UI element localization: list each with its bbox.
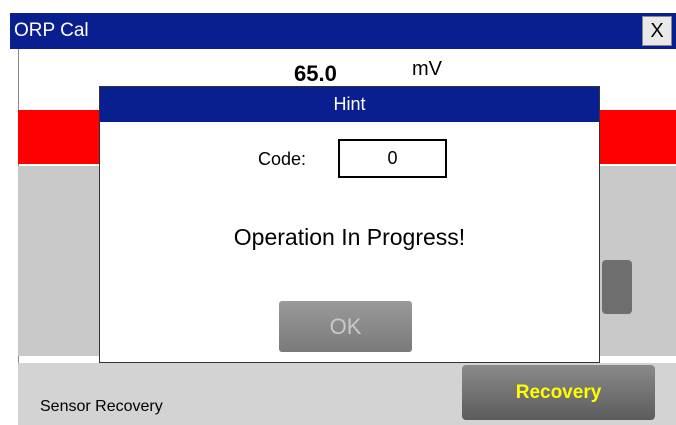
code-label: Code: (258, 149, 307, 169)
titlebar: ORP Cal X (10, 13, 676, 49)
window-title: ORP Cal (14, 20, 89, 41)
ok-button[interactable]: OK (279, 301, 412, 352)
progress-message: Operation In Progress! (233, 224, 466, 250)
close-button[interactable]: X (642, 16, 672, 46)
hint-dialog: Hint Code: 0 Operation In Progress! OK (99, 86, 600, 363)
sensor-recovery-label: Sensor Recovery (40, 398, 163, 415)
recovery-button[interactable]: Recovery (462, 365, 655, 420)
orp-reading-value: 65.0 (294, 61, 337, 86)
dialog-title: Hint (100, 87, 599, 122)
code-field[interactable]: 0 (338, 139, 447, 178)
orp-reading-unit: mV (412, 58, 442, 80)
calibration-button[interactable] (602, 260, 632, 314)
